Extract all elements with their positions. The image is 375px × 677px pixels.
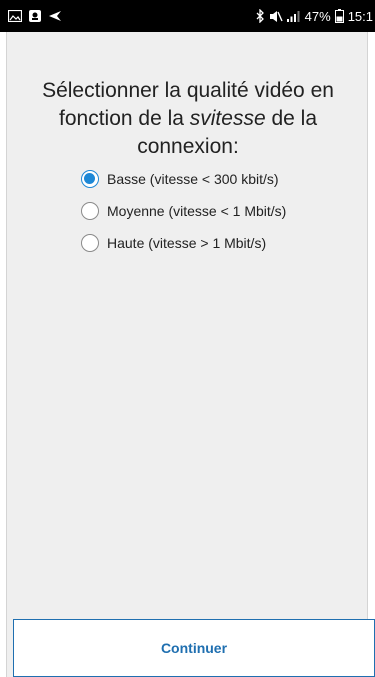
clock: 15:1 bbox=[347, 8, 373, 24]
content-panel: Sélectionner la qualité vidéo en fonctio… bbox=[6, 32, 368, 677]
battery-percent: 47% bbox=[304, 8, 331, 24]
option-label-low: Basse (vitesse < 300 kbit/s) bbox=[107, 171, 279, 187]
continue-button-label: Continuer bbox=[160, 640, 228, 656]
screen: 47% 15:1 Sélectionner la qualité vidéo e… bbox=[0, 0, 375, 677]
option-high[interactable]: Haute (vitesse > 1 Mbit/s) bbox=[81, 227, 361, 259]
option-medium[interactable]: Moyenne (vitesse < 1 Mbit/s) bbox=[81, 195, 361, 227]
radio-button-medium[interactable] bbox=[81, 202, 99, 220]
option-label-high: Haute (vitesse > 1 Mbit/s) bbox=[107, 235, 267, 251]
bluetooth-icon bbox=[256, 9, 265, 23]
gallery-icon bbox=[8, 10, 22, 22]
radio-button-low[interactable] bbox=[81, 170, 99, 188]
page-title: Sélectionner la qualité vidéo en fonctio… bbox=[27, 77, 349, 161]
navigation-icon bbox=[48, 10, 62, 22]
option-low[interactable]: Basse (vitesse < 300 kbit/s) bbox=[81, 163, 361, 195]
notification-icon bbox=[28, 9, 42, 23]
radio-button-high[interactable] bbox=[81, 234, 99, 252]
quality-radio-group: Basse (vitesse < 300 kbit/s) Moyenne (vi… bbox=[81, 163, 361, 259]
status-bar: 47% 15:1 bbox=[0, 0, 375, 32]
status-right-icons: 47% 15:1 bbox=[256, 7, 373, 25]
status-left-icons bbox=[8, 7, 62, 25]
signal-icon bbox=[286, 10, 301, 22]
mute-icon bbox=[269, 10, 283, 23]
battery-icon bbox=[334, 9, 344, 23]
option-label-medium: Moyenne (vitesse < 1 Mbit/s) bbox=[107, 203, 287, 219]
question-text-italic: svitesse bbox=[189, 107, 266, 130]
continue-button[interactable]: Continuer bbox=[13, 619, 375, 677]
